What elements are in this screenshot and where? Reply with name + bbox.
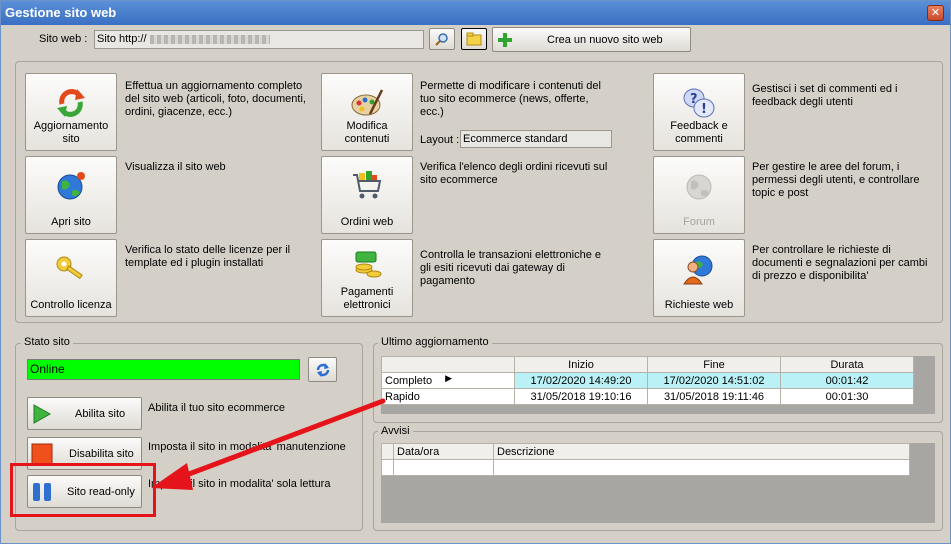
create-site-label: Crea un nuovo sito web	[547, 33, 663, 46]
play-icon	[33, 403, 52, 424]
licenza-desc: Verifica lo stato delle licenze per il t…	[125, 244, 291, 269]
layout-field[interactable]: Ecommerce standard	[460, 130, 612, 148]
ultimo-aggiornamento-title: Ultimo aggiornamento	[378, 336, 492, 348]
richieste-label: Richieste web	[664, 299, 734, 311]
globe-icon	[57, 172, 85, 200]
aggiornamento-label: Aggiornamento sito	[33, 120, 109, 145]
aggiornamento-sito-button[interactable]: Aggiornamento sito	[25, 73, 117, 151]
aggiornamento-desc: Effettua un aggiornamento completo del s…	[125, 80, 306, 118]
controllo-licenza-button[interactable]: Controllo licenza	[25, 239, 117, 317]
feedback-desc: Gestisci i set di commenti ed i feedback…	[752, 83, 898, 108]
apri-desc: Visualizza il sito web	[125, 161, 226, 173]
ultimo-header-blank	[381, 356, 515, 373]
table-row[interactable]: Rapido 31/05/2018 19:10:16 31/05/2018 19…	[381, 388, 914, 405]
apri-label: Apri sito	[51, 216, 91, 228]
forum-globe-icon	[686, 174, 712, 200]
row-fine: 31/05/2018 19:11:46	[647, 388, 781, 405]
refresh-arrows-icon	[57, 89, 85, 117]
avvisi-title: Avvisi	[378, 425, 413, 437]
avvisi-table: Data/ora Descrizione	[381, 443, 910, 476]
modifica-desc: Permette di modificare i contenuti del t…	[420, 80, 601, 118]
row-fine: 17/02/2020 14:51:02	[647, 372, 781, 389]
avvisi-indicator-col	[381, 443, 394, 460]
main-window: Gestione sito web ✕ Sito web : Sito http…	[0, 0, 951, 544]
pagamenti-elettronici-button[interactable]: Pagamenti elettronici	[321, 239, 413, 317]
readonly-desc: Imposta il sito in modalita' sola lettur…	[148, 478, 331, 490]
refresh-icon	[316, 362, 329, 377]
ultimo-header-fine: Fine	[647, 356, 781, 373]
modifica-contenuti-button[interactable]: Modifica contenuti	[321, 73, 413, 151]
layout-label: Layout :	[420, 134, 460, 146]
avvisi-empty-cell	[381, 459, 394, 476]
blurred-url	[149, 34, 270, 44]
status-indicator: Online	[27, 359, 300, 380]
feedback-bubbles-icon: ? !	[683, 88, 715, 118]
disabilita-desc: Imposta il sito in modalita' manutenzion…	[148, 441, 346, 453]
abilita-label: Abilita sito	[75, 407, 126, 420]
window-title: Gestione sito web	[5, 5, 117, 20]
avvisi-empty-cell	[393, 459, 494, 476]
row-durata: 00:01:30	[780, 388, 914, 405]
abilita-sito-button[interactable]: Abilita sito	[27, 397, 142, 430]
avvisi-empty-cell	[493, 459, 910, 476]
row-name: Rapido	[381, 388, 515, 405]
highlight-box	[10, 463, 156, 517]
palette-icon	[351, 89, 384, 116]
ultimo-header-durata: Durata	[780, 356, 914, 373]
pagamenti-desc: Controlla le transazioni elettroniche e …	[420, 249, 601, 287]
row-durata: 00:01:42	[780, 372, 914, 389]
svg-text:!: !	[701, 102, 707, 117]
row-name: Completo	[385, 374, 433, 387]
close-button[interactable]: ✕	[927, 5, 944, 21]
user-globe-icon	[683, 255, 713, 285]
stato-sito-title: Stato sito	[21, 336, 73, 348]
abilita-desc: Abilita il tuo sito ecommerce	[148, 402, 285, 414]
forum-label: Forum	[683, 216, 715, 228]
row-inizio: 17/02/2020 14:49:20	[514, 372, 648, 389]
avvisi-header-row: Data/ora Descrizione	[381, 443, 910, 460]
ordini-label: Ordini web	[340, 216, 394, 228]
refresh-status-button[interactable]	[308, 357, 337, 382]
feedback-commenti-button[interactable]: ? ! Feedback e commenti	[653, 73, 745, 151]
ordini-web-button[interactable]: Ordini web	[321, 156, 413, 234]
avvisi-header-data: Data/ora	[393, 443, 494, 460]
ordini-desc: Verifica l'elenco degli ordini ricevuti …	[420, 161, 608, 186]
ultimo-header-inizio: Inizio	[514, 356, 648, 373]
apri-sito-button[interactable]: Apri sito	[25, 156, 117, 234]
licenza-label: Controllo licenza	[30, 299, 112, 311]
richieste-web-button[interactable]: Richieste web	[653, 239, 745, 317]
shopping-cart-icon	[353, 171, 382, 199]
table-row[interactable]	[381, 459, 910, 476]
title-bar: Gestione sito web ✕	[1, 1, 950, 25]
forum-button[interactable]: Forum	[653, 156, 745, 234]
search-button[interactable]	[429, 28, 455, 50]
disabilita-label: Disabilita sito	[69, 447, 134, 460]
forum-desc: Per gestire le aree del forum, i permess…	[752, 161, 920, 199]
open-folder-button[interactable]	[461, 28, 487, 50]
avvisi-header-descrizione: Descrizione	[493, 443, 910, 460]
money-icon	[355, 251, 382, 278]
site-url-value: Sito http://	[97, 33, 147, 45]
key-icon	[56, 256, 83, 280]
avvisi-grid-bg: Data/ora Descrizione	[381, 443, 935, 523]
row-inizio: 31/05/2018 19:10:16	[514, 388, 648, 405]
row-name-cell: Completo ▶	[381, 372, 515, 389]
plus-icon	[498, 32, 512, 47]
row-pointer-icon: ▶	[445, 373, 452, 383]
richieste-desc: Per controllare le richieste di document…	[752, 244, 928, 282]
pagamenti-label: Pagamenti elettronici	[340, 286, 394, 311]
create-site-button[interactable]: Crea un nuovo sito web	[492, 27, 691, 52]
folder-icon	[466, 32, 482, 46]
site-url-field[interactable]: Sito http://	[94, 30, 424, 49]
ultimo-table: Inizio Fine Durata Completo ▶ 17/02/2020…	[381, 356, 914, 405]
ultimo-header-row: Inizio Fine Durata	[381, 356, 914, 373]
feedback-label: Feedback e commenti	[670, 120, 728, 145]
stop-icon	[31, 443, 53, 464]
site-label: Sito web :	[39, 33, 88, 45]
ultimo-grid-bg: Inizio Fine Durata Completo ▶ 17/02/2020…	[381, 356, 935, 414]
table-row[interactable]: Completo ▶ 17/02/2020 14:49:20 17/02/202…	[381, 372, 914, 389]
modifica-label: Modifica contenuti	[344, 120, 390, 145]
magnifier-icon	[435, 33, 448, 46]
